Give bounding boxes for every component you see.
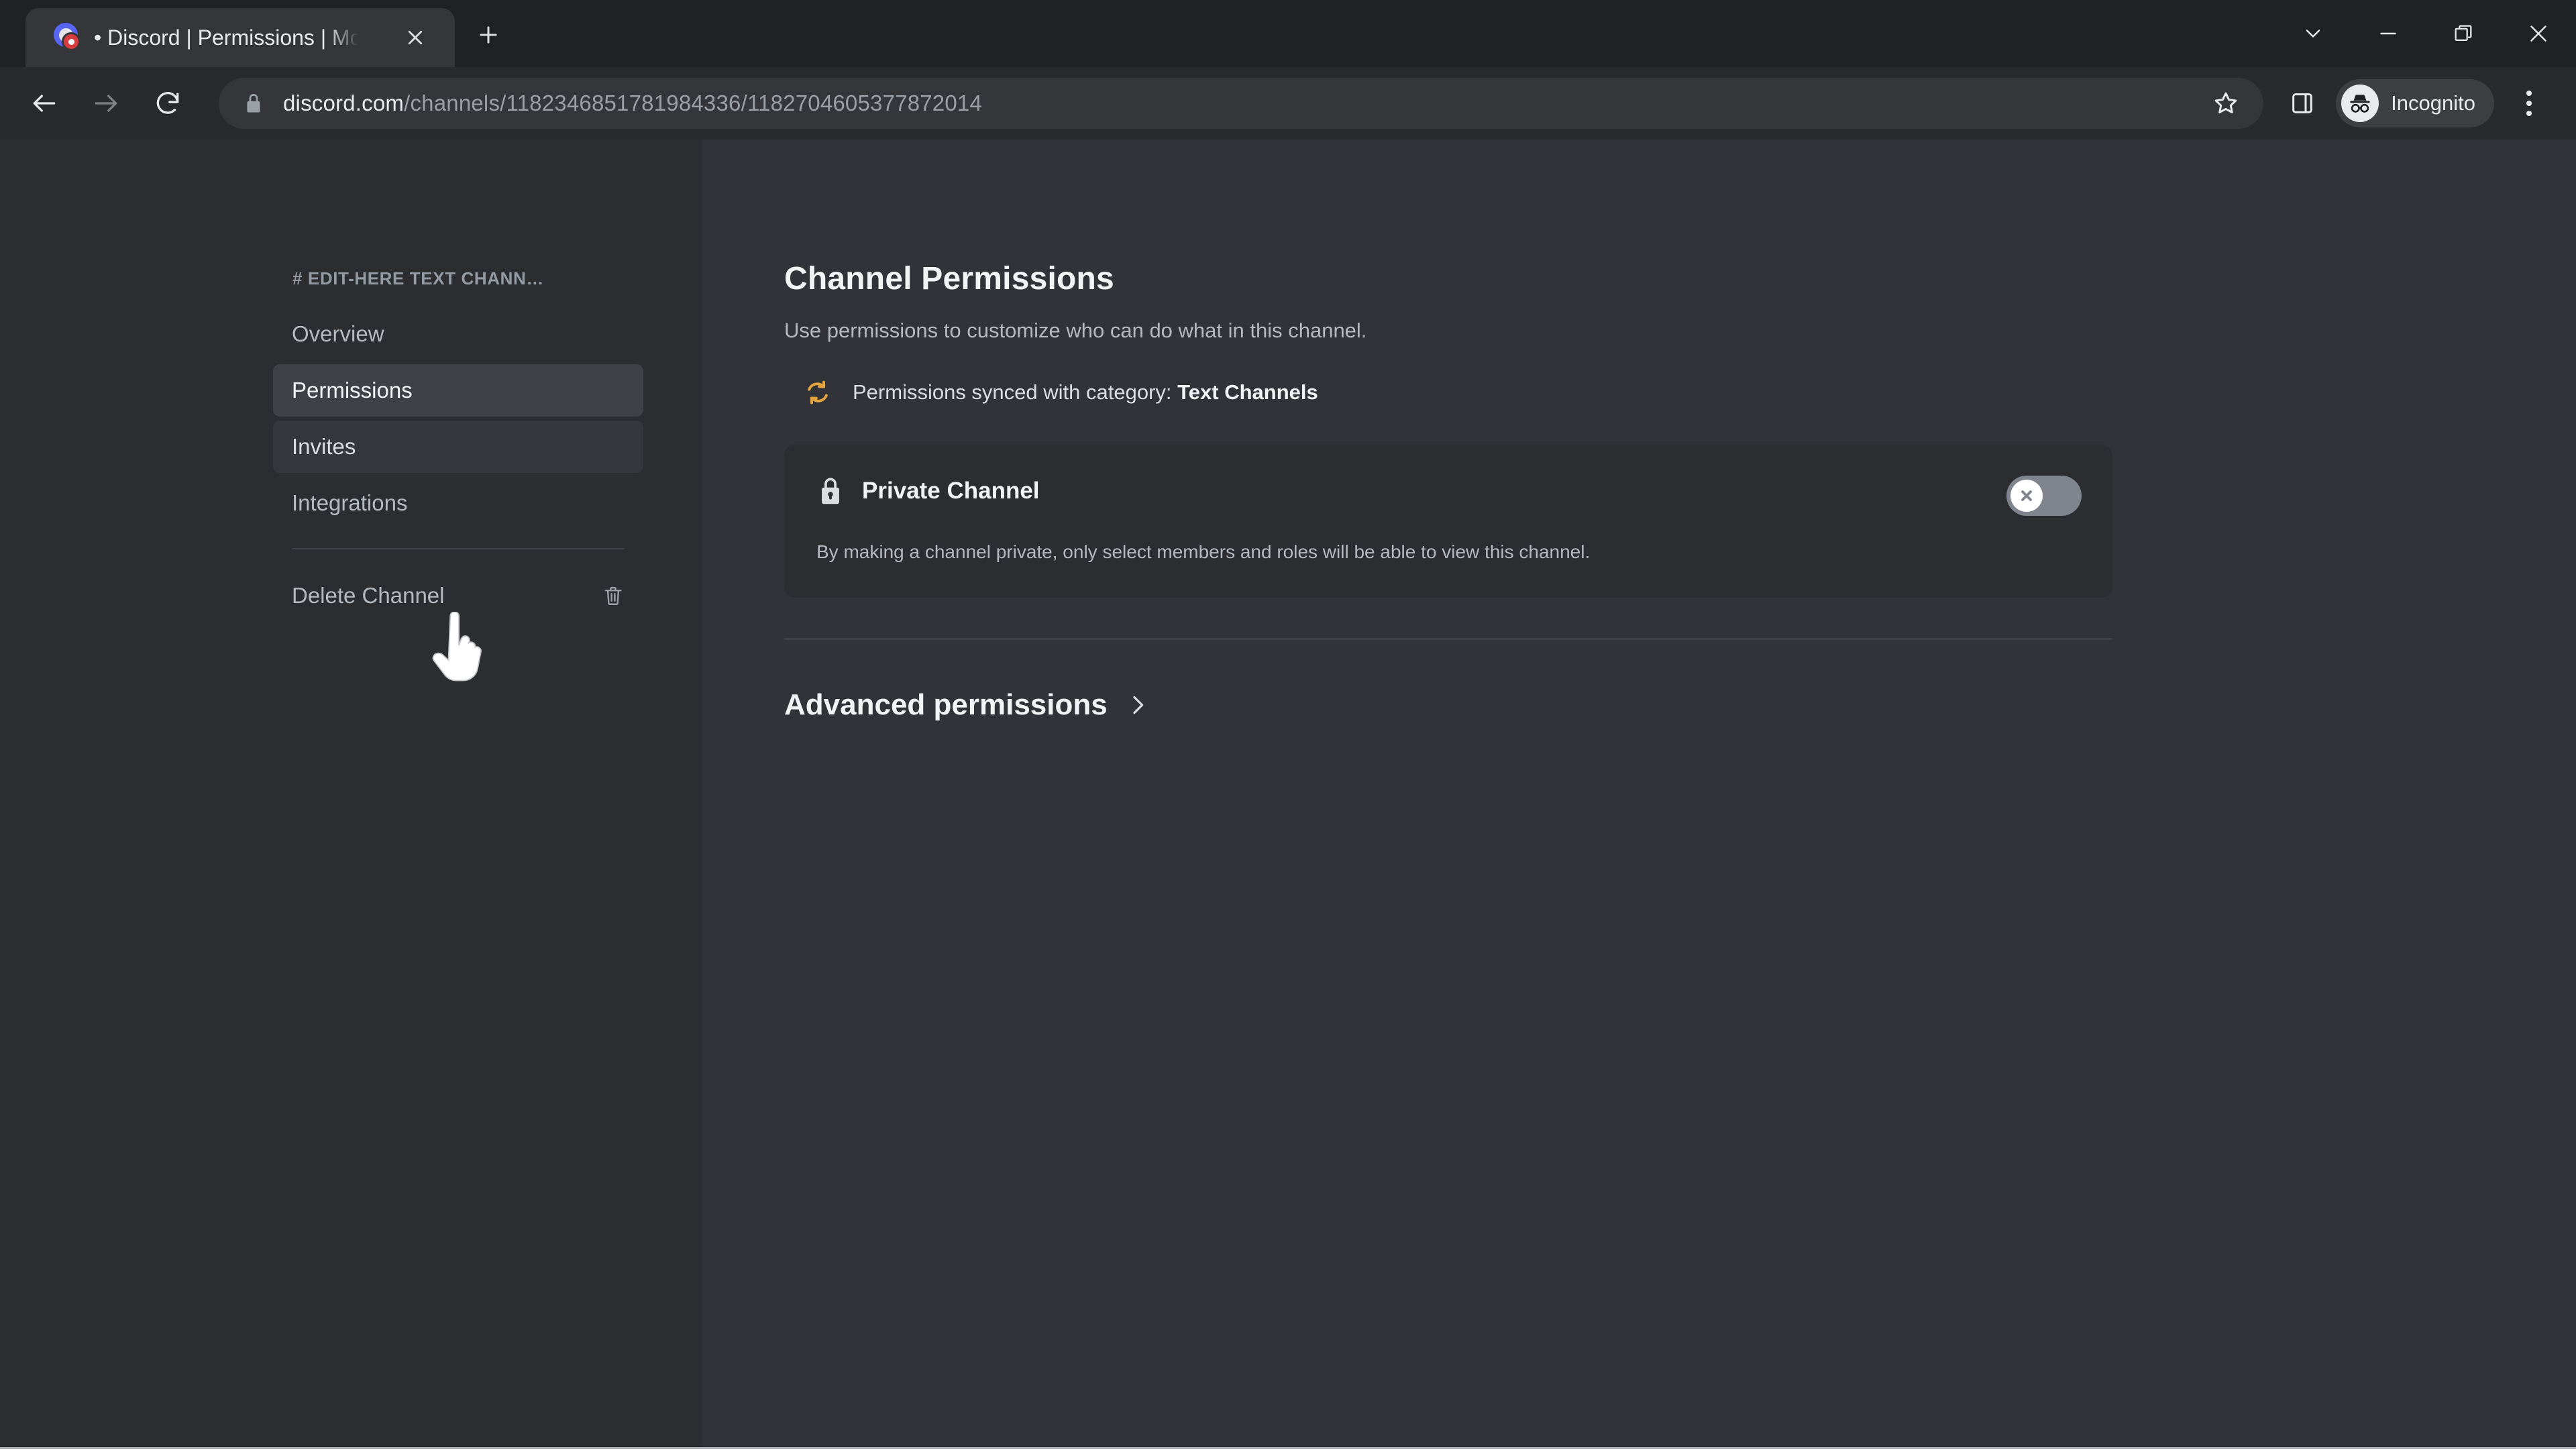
advanced-permissions-label: Advanced permissions	[784, 688, 1108, 721]
restore-button[interactable]	[2426, 0, 2501, 67]
page-title: Channel Permissions	[784, 261, 1114, 297]
sidebar-item-label: Overview	[292, 321, 384, 346]
private-channel-title: Private Channel	[862, 478, 1040, 504]
permissions-sync-notice: Permissions synced with category: Text C…	[784, 378, 2119, 407]
url-text: discord.com/channels/1182346851781984336…	[283, 91, 982, 116]
window-controls	[2275, 0, 2576, 67]
sidebar-item-delete-channel[interactable]: Delete Channel	[273, 570, 643, 622]
reload-icon[interactable]	[141, 76, 195, 130]
browser-toolbar: discord.com/channels/1182346851781984336…	[0, 67, 2576, 140]
sidebar-channel-header: # EDIT-HERE TEXT CHANN…	[292, 268, 544, 288]
sidebar-item-label: Delete Channel	[292, 583, 445, 608]
sidebar-divider	[292, 548, 625, 549]
channel-settings-main: Channel Permissions Use permissions to c…	[702, 140, 2576, 1449]
sync-category-name: Text Channels	[1177, 380, 1318, 404]
close-window-button[interactable]	[2501, 0, 2576, 67]
private-channel-header: Private Channel	[816, 476, 2080, 506]
incognito-profile-button[interactable]: Incognito	[2336, 79, 2494, 127]
discord-logo-icon	[52, 23, 82, 52]
chevron-right-icon	[1129, 692, 1146, 718]
advanced-permissions-link[interactable]: Advanced permissions	[784, 688, 2119, 722]
private-channel-toggle[interactable]	[2006, 476, 2082, 516]
sidebar-item-label: Permissions	[292, 378, 413, 402]
new-tab-button[interactable]	[470, 16, 507, 54]
sync-notice-prefix: Permissions synced with category:	[853, 380, 1172, 404]
sidebar-item-integrations[interactable]: Integrations	[273, 477, 643, 529]
side-panel-icon[interactable]	[2278, 79, 2326, 127]
incognito-label: Incognito	[2391, 91, 2475, 115]
sidebar-item-overview[interactable]: Overview	[273, 308, 643, 360]
tab-search-button[interactable]	[2275, 0, 2351, 67]
tab-title: • Discord | Permissions | Moodjo	[94, 25, 359, 50]
browser-tab[interactable]: • Discord | Permissions | Moodjo	[25, 8, 455, 67]
minimize-button[interactable]	[2351, 0, 2426, 67]
browser-window: • Discord | Permissions | Moodjo	[0, 0, 2576, 1449]
bookmark-star-icon[interactable]	[2207, 85, 2245, 122]
back-arrow-icon[interactable]	[17, 76, 71, 130]
sidebar-item-label: Invites	[292, 434, 356, 459]
page-subtitle: Use permissions to customize who can do …	[784, 319, 1367, 342]
sync-arrows-icon	[803, 378, 833, 407]
browser-titlebar: • Discord | Permissions | Moodjo	[0, 0, 2576, 67]
private-channel-card: Private Channel By making a channel priv…	[784, 445, 2112, 598]
sidebar-item-permissions[interactable]: Permissions	[273, 364, 643, 417]
lock-icon	[241, 91, 266, 115]
three-dot-menu-icon[interactable]	[2505, 78, 2553, 129]
tab-close-icon[interactable]	[400, 22, 431, 53]
channel-settings-sidebar: # EDIT-HERE TEXT CHANN… Overview Permiss…	[0, 140, 702, 1449]
section-divider	[784, 638, 2112, 640]
sync-notice-text: Permissions synced with category: Text C…	[853, 380, 1318, 405]
address-bar[interactable]: discord.com/channels/1182346851781984336…	[219, 78, 2264, 129]
toggle-knob	[2010, 480, 2043, 512]
url-host: discord.com	[283, 91, 405, 115]
forward-arrow-icon[interactable]	[79, 76, 133, 130]
sidebar-item-label: Integrations	[292, 490, 408, 515]
trash-icon	[602, 584, 625, 607]
incognito-icon	[2341, 85, 2379, 122]
sidebar-item-invites[interactable]: Invites	[273, 421, 643, 473]
discord-settings-page: # EDIT-HERE TEXT CHANN… Overview Permiss…	[0, 140, 2576, 1449]
url-path: /channels/1182346851781984336/1182704605…	[404, 91, 983, 115]
lock-icon	[816, 476, 845, 506]
private-channel-description: By making a channel private, only select…	[816, 541, 1591, 562]
